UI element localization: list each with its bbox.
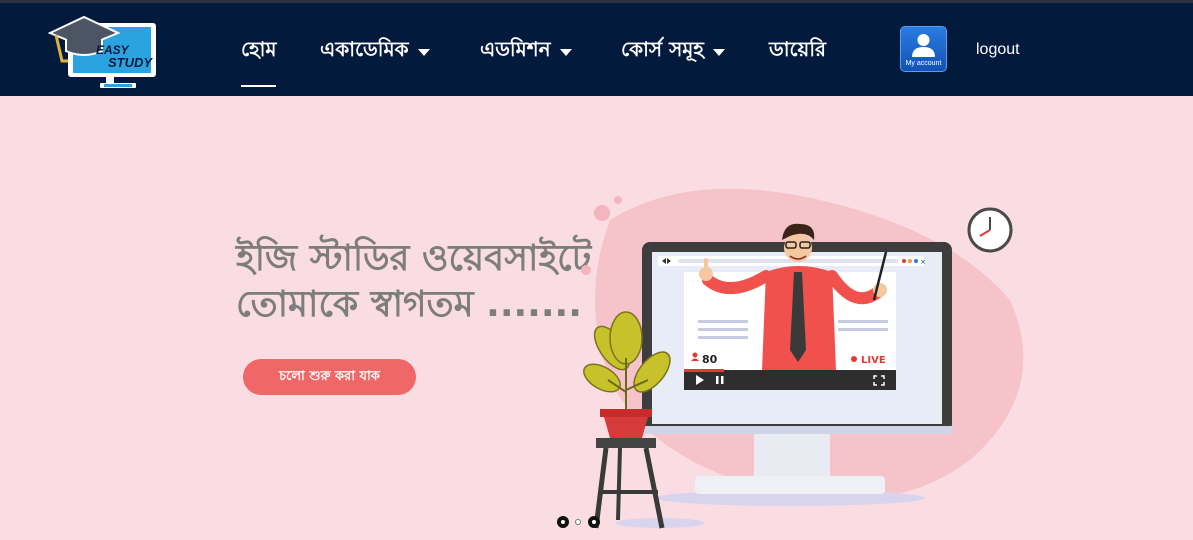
nav-active-underline xyxy=(241,85,276,87)
hero-title: ইজি স্টাডির ওয়েবসাইটে তোমাকে স্বাগতম ..… xyxy=(236,236,591,328)
logout-link[interactable]: logout xyxy=(976,41,1020,59)
my-account-button[interactable]: My account xyxy=(900,26,947,72)
site-logo[interactable]: EASY STUDY xyxy=(47,11,160,93)
nav-admission[interactable]: এডমিশন xyxy=(480,35,572,68)
hero-title-line2: তোমাকে স্বাগতম ....... xyxy=(236,284,582,325)
svg-text:×: × xyxy=(920,258,926,266)
get-started-button[interactable]: চলো শুরু করা যাক xyxy=(243,359,416,395)
slider-dot-1[interactable] xyxy=(557,516,569,528)
caret-down-icon xyxy=(417,49,430,56)
slider-dot-2[interactable] xyxy=(575,519,581,525)
slider-dot-3[interactable] xyxy=(588,516,600,528)
hero-title-line1: ইজি স্টাডির ওয়েবসাইটে xyxy=(236,238,592,279)
graduation-cap-monitor-icon: EASY STUDY xyxy=(47,15,156,88)
online-class-illustration: × 80 LIVE xyxy=(581,188,1024,529)
clock-icon xyxy=(967,207,1013,253)
nav-diary[interactable]: ডায়েরি xyxy=(769,35,826,68)
nav-home[interactable]: হোম xyxy=(241,35,277,68)
user-icon xyxy=(912,34,935,57)
caret-down-icon xyxy=(712,49,725,56)
my-account-label: My account xyxy=(905,60,942,67)
nav-home-label: হোম xyxy=(241,37,277,61)
live-label: LIVE xyxy=(861,355,886,366)
nav-courses-label: কোর্স সমূহ xyxy=(621,37,704,61)
caret-down-icon xyxy=(559,49,572,56)
navbar: EASY STUDY হোম একাডেমিক এডমিশন কোর্স সমূ… xyxy=(0,3,1193,96)
nav-admission-label: এডমিশন xyxy=(480,37,551,61)
nav-diary-label: ডায়েরি xyxy=(769,37,827,61)
nav-courses[interactable]: কোর্স সমূহ xyxy=(621,35,725,68)
logo-text-line2: STUDY xyxy=(108,55,153,70)
slider-dots xyxy=(557,515,607,529)
viewer-count: 80 xyxy=(702,353,718,366)
nav-academic[interactable]: একাডেমিক xyxy=(320,35,430,68)
nav-academic-label: একাডেমিক xyxy=(320,37,409,61)
